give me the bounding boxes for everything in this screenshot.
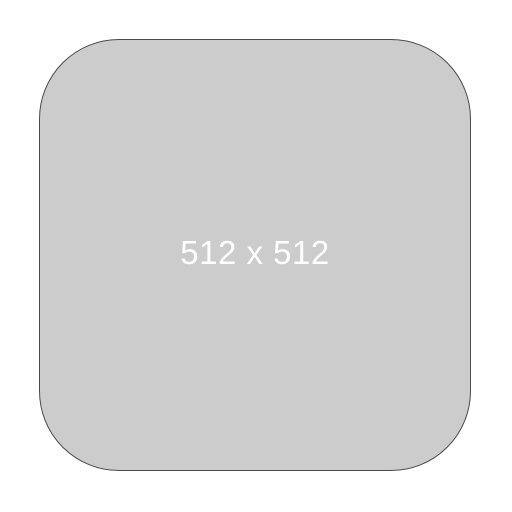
placeholder-image-tile: 512 x 512 [39,39,471,471]
dimension-label: 512 x 512 [180,234,330,271]
placeholder-canvas: 512 x 512 [0,0,512,512]
